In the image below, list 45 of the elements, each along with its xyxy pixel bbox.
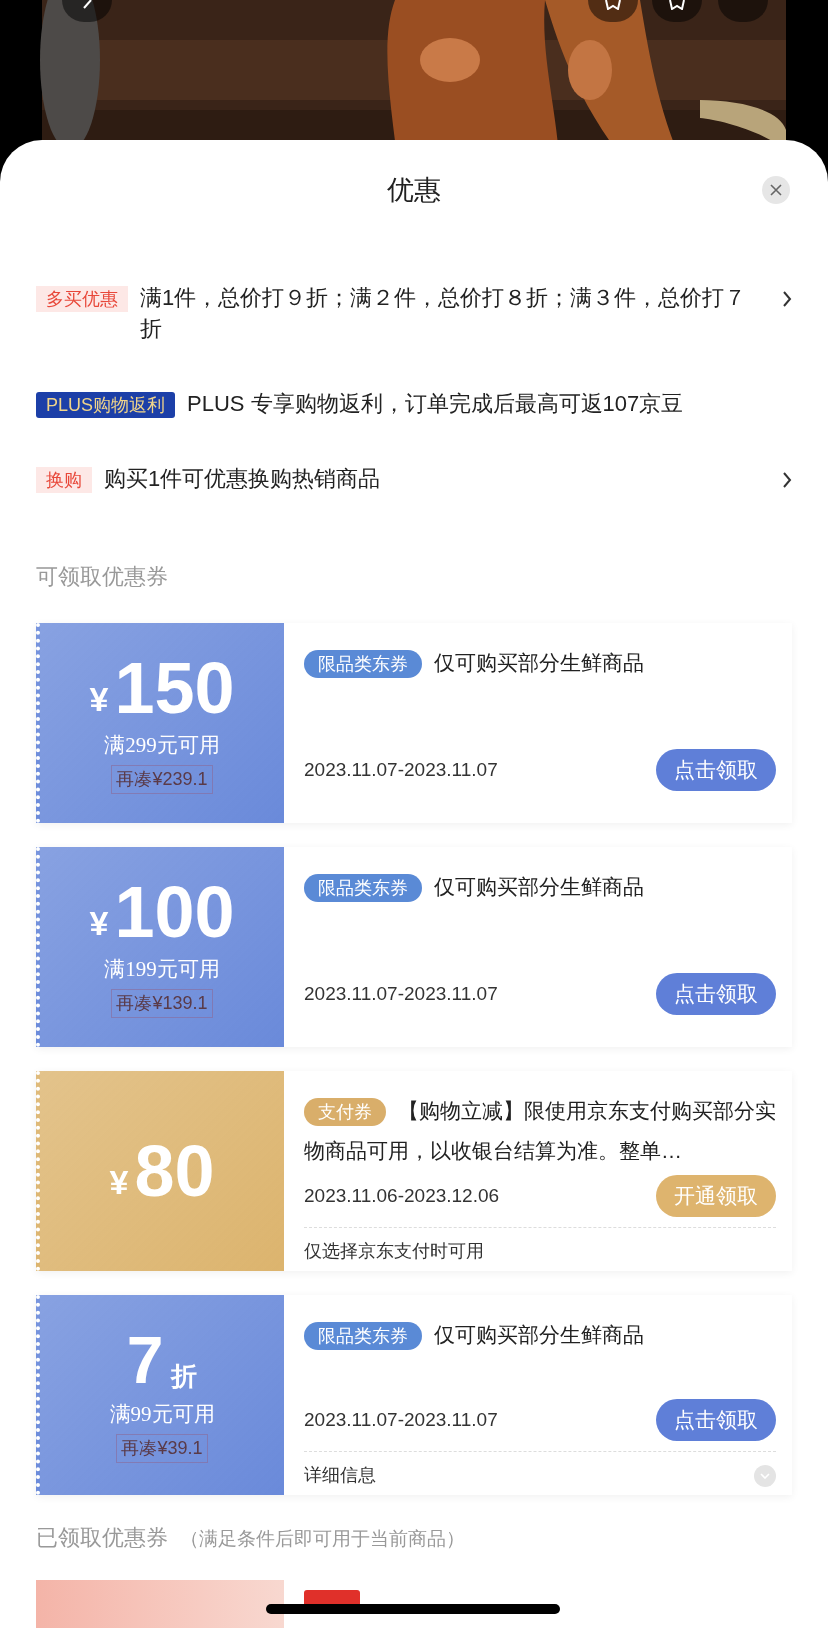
section-title: 可领取优惠券 [35,563,169,591]
amount-needed: 再凑¥139.1 [111,989,213,1019]
section-title: 已领取优惠券 [36,1524,168,1552]
close-icon [770,184,782,196]
back-button[interactable] [62,0,112,22]
chevron-right-icon[interactable] [782,290,792,308]
promo-tag: 多买优惠 [36,286,128,312]
close-button[interactable] [762,176,790,204]
coupon-amount: 100 [114,875,235,948]
chevron-right-icon[interactable] [782,471,792,489]
details-link[interactable]: 详细信息 [304,1462,376,1489]
claim-button[interactable]: 点击领取 [656,1399,776,1441]
validity-date: 2023.11.07-2023.11.07 [304,1407,498,1432]
coupon-description: 限品类东券 仅可购买部分生鲜商品 [304,1315,776,1355]
coupon-description: 限品类东券 仅可购买部分生鲜商品 [304,867,776,907]
coupon-condition: 满199元可用 [104,955,220,983]
coupon-note: 仅选择京东支付时可用 [304,1240,484,1263]
promo-text: 购买1件可优惠换购热销商品 [104,465,382,493]
amount-needed: 再凑¥239.1 [111,765,213,795]
coupon-amount: 80 [134,1135,215,1207]
promo-text: PLUS 专享购物返利，订单完成后最高可返107京豆 [187,390,685,418]
share-button[interactable] [652,0,702,22]
currency-symbol: ¥ [89,681,109,716]
claim-button[interactable]: 点击领取 [656,973,776,1015]
coupon-description: 限品类东券 仅可购买部分生鲜商品 [304,643,776,683]
coupon-amount: 150 [114,651,235,724]
promo-text: 满1件，总价打９折；满２件，总价打８折；满３件，总价打７折 [140,284,748,343]
sheet-title: 优惠 [387,173,441,207]
section-note: （满足条件后即可用于当前商品） [180,1527,465,1551]
currency-symbol: ¥ [109,1165,129,1199]
favorite-button[interactable] [588,0,638,22]
coupon-amount: 7 [126,1326,164,1393]
validity-date: 2023.11.06-2023.12.06 [304,1183,500,1208]
promo-tag: 换购 [36,467,92,493]
currency-symbol: ¥ [89,905,109,940]
coupon-description: 支付券 【购物立减】限使用京东支付购买部分实物商品可用，以收银台结算为准。整单… [304,1097,776,1164]
claim-button[interactable]: 点击领取 [656,749,776,791]
validity-date: 2023.11.07-2023.11.07 [304,757,498,782]
coupon-condition: 满99元可用 [109,1400,215,1428]
claim-button[interactable]: 开通领取 [656,1175,776,1217]
amount-needed: 再凑¥39.1 [116,1434,208,1464]
coupon-condition: 满299元可用 [104,731,220,759]
validity-date: 2023.11.07-2023.11.07 [304,981,498,1006]
discount-unit: 折 [171,1362,198,1389]
promo-tag: PLUS购物返利 [36,392,176,418]
